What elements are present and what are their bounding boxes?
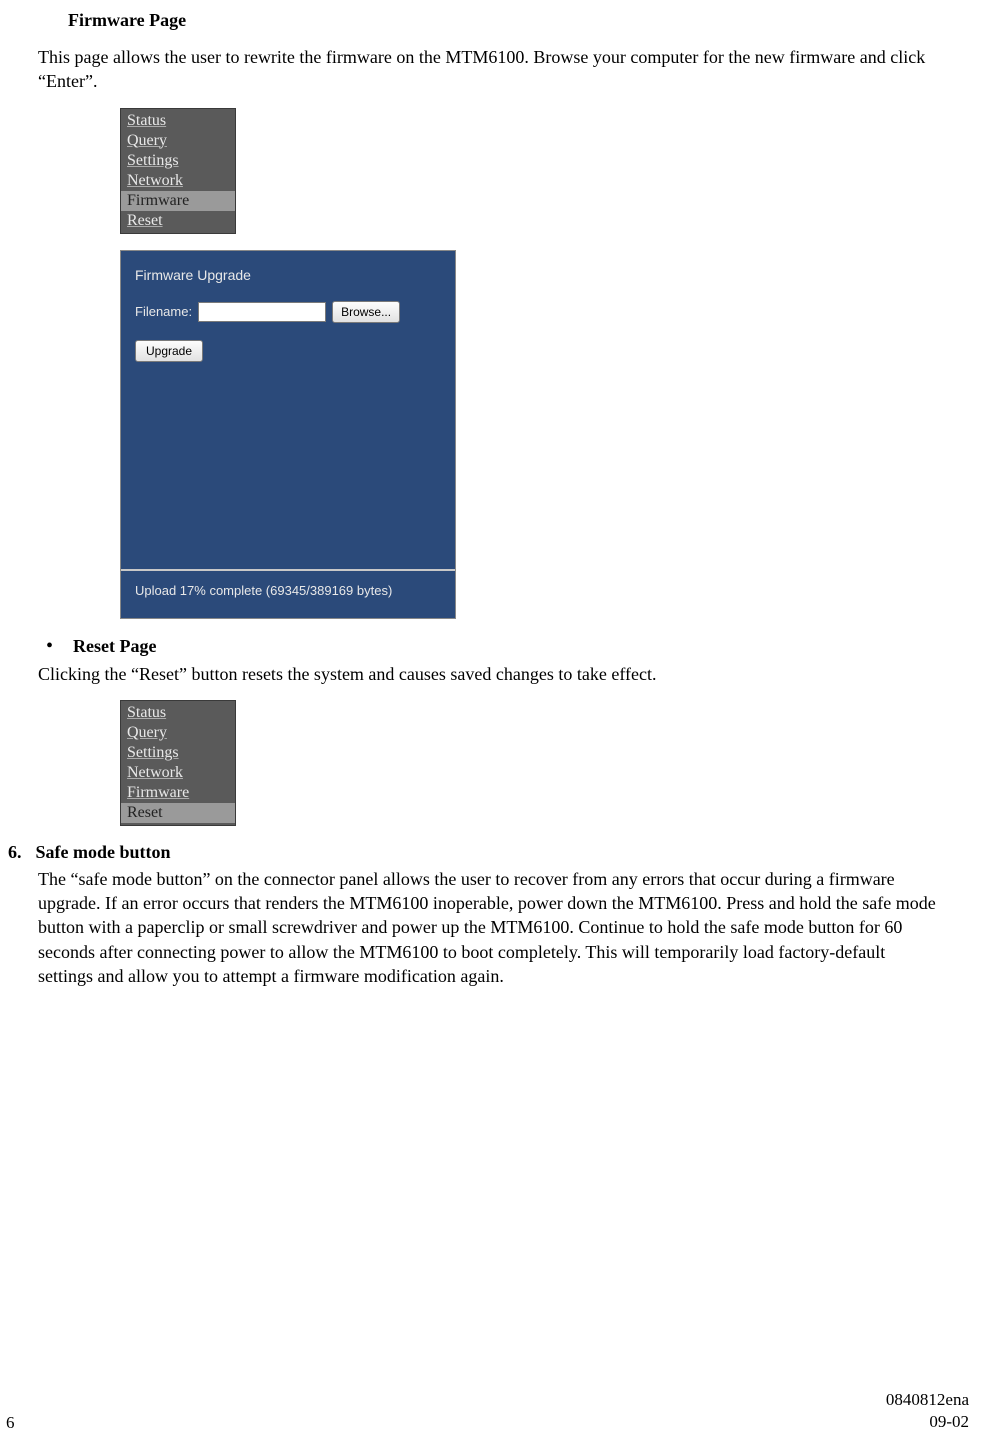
page-footer: 6 0840812ena 09-02 [0,1389,981,1433]
nav-item-firmware[interactable]: Firmware [121,191,235,211]
panel-title: Firmware Upgrade [135,267,441,283]
firmware-upgrade-panel: Firmware Upgrade Filename: Browse... Upg… [120,250,456,619]
reset-body: Clicking the “Reset” button resets the s… [38,662,938,686]
nav-item-query[interactable]: Query [121,131,235,151]
filename-input[interactable] [198,302,326,322]
nav-item-settings[interactable]: Settings [121,151,235,171]
upload-status: Upload 17% complete (69345/389169 bytes) [121,569,455,618]
filename-label: Filename: [135,304,192,319]
nav-item-query-2[interactable]: Query [121,723,235,743]
nav-item-network-2[interactable]: Network [121,763,235,783]
bullet-icon: • [46,635,53,658]
nav-item-firmware-2[interactable]: Firmware [121,783,235,803]
page-number: 6 [6,1413,15,1433]
doc-id: 0840812ena [886,1390,969,1409]
doc-rev: 09-02 [929,1412,969,1431]
firmware-body: This page allows the user to rewrite the… [38,45,938,94]
nav-item-network[interactable]: Network [121,171,235,191]
upgrade-button[interactable]: Upgrade [135,340,203,362]
nav-item-settings-2[interactable]: Settings [121,743,235,763]
reset-heading: Reset Page [73,636,156,657]
nav-item-reset-2[interactable]: Reset [121,803,235,823]
section-number: 6. [8,842,22,863]
nav-menu-reset: Status Query Settings Network Firmware R… [120,700,236,826]
nav-item-reset[interactable]: Reset [121,211,235,231]
nav-item-status[interactable]: Status [121,111,235,131]
safemode-body: The “safe mode button” on the connector … [38,867,938,988]
safemode-heading: Safe mode button [36,842,171,863]
browse-button[interactable]: Browse... [332,301,400,323]
nav-menu-firmware: Status Query Settings Network Firmware R… [120,108,236,234]
nav-item-status-2[interactable]: Status [121,703,235,723]
firmware-heading: Firmware Page [68,10,951,31]
